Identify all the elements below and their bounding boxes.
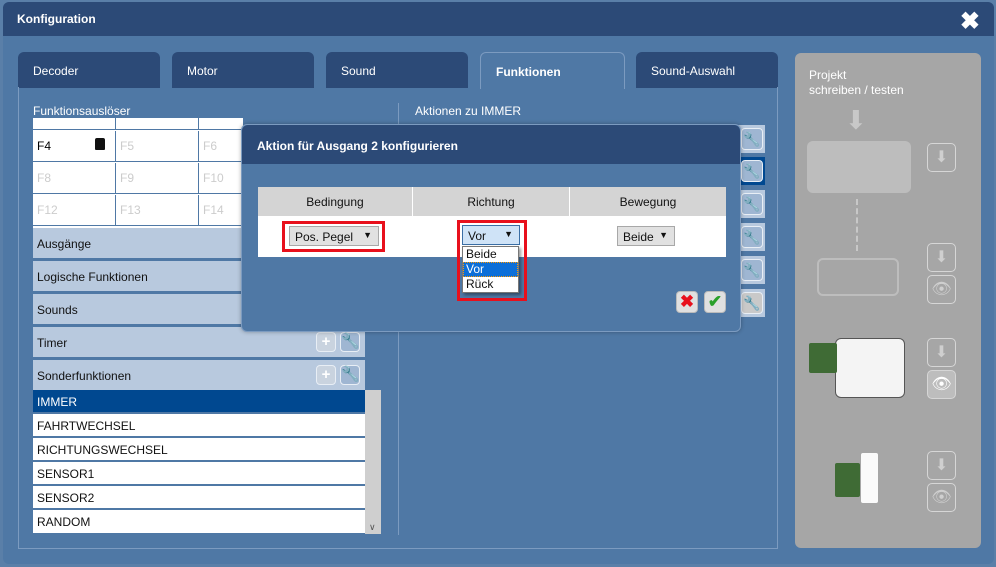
project-panel: Projekt schreiben / testen ⬇ ⬇ ⬇ 👁 ⬇ 👁 ⬇ … bbox=[795, 53, 981, 548]
option-beide[interactable]: Beide bbox=[463, 247, 518, 262]
grid-cell-f5[interactable]: F5 bbox=[116, 131, 199, 162]
triggers-title: Funktionsauslöser bbox=[33, 104, 131, 118]
download-icon[interactable]: ⬇ bbox=[927, 243, 956, 272]
grid-cell[interactable] bbox=[199, 118, 243, 130]
arrow-down-icon: ⬇ bbox=[845, 105, 867, 135]
caret-down-icon: ▼ bbox=[504, 229, 513, 239]
column-header-bedingung: Bedingung bbox=[258, 187, 413, 216]
add-icon[interactable]: + bbox=[316, 365, 336, 385]
grid-cell-f10[interactable]: F10 bbox=[199, 163, 243, 194]
grid-cell-f13[interactable]: F13 bbox=[116, 195, 199, 226]
list-item[interactable]: SENSOR2 bbox=[33, 486, 365, 509]
usb-stick-image bbox=[861, 453, 878, 503]
download-icon[interactable]: ⬇ bbox=[927, 451, 956, 480]
tab-decoder[interactable]: Decoder bbox=[18, 52, 160, 88]
download-icon[interactable]: ⬇ bbox=[927, 338, 956, 367]
cancel-button[interactable]: ✖ bbox=[676, 291, 698, 313]
caret-down-icon: ▼ bbox=[659, 230, 668, 240]
grid-cell-f4[interactable]: F4 bbox=[33, 131, 116, 162]
project-title: Projekt schreiben / testen bbox=[809, 68, 904, 97]
grid-cell[interactable] bbox=[116, 118, 199, 130]
caret-down-icon: ▼ bbox=[363, 230, 372, 240]
wrench-icon[interactable]: 🔧 bbox=[741, 193, 763, 215]
scrollbar[interactable]: ∨ bbox=[365, 390, 381, 534]
check-icon: ✔ bbox=[707, 292, 723, 311]
richtung-select[interactable]: Vor ▼ bbox=[462, 225, 520, 245]
column-header-richtung: Richtung bbox=[413, 187, 570, 216]
eye-icon[interactable]: 👁 bbox=[927, 483, 956, 512]
wrench-icon[interactable]: 🔧 bbox=[340, 365, 360, 385]
column-header-bewegung: Bewegung bbox=[570, 187, 726, 216]
tab-sound[interactable]: Sound bbox=[326, 52, 468, 88]
wrench-icon[interactable]: 🔧 bbox=[741, 160, 763, 182]
tab-motor[interactable]: Motor bbox=[172, 52, 314, 88]
close-icon[interactable]: ✖ bbox=[960, 7, 980, 36]
window-title: Konfiguration bbox=[17, 12, 96, 26]
tab-funktionen[interactable]: Funktionen bbox=[480, 52, 625, 89]
tab-sound-auswahl[interactable]: Sound-Auswahl bbox=[636, 52, 778, 88]
title-bar: Konfiguration bbox=[3, 2, 994, 36]
central-station-image bbox=[807, 141, 911, 193]
grid-cell-f8[interactable]: F8 bbox=[33, 163, 116, 194]
grid-cell-f6[interactable]: F6 bbox=[199, 131, 243, 162]
download-icon[interactable]: ⬇ bbox=[927, 143, 956, 172]
add-icon[interactable]: + bbox=[316, 332, 336, 352]
connector-line bbox=[856, 199, 858, 251]
bedingung-select[interactable]: Pos. Pegel ▼ bbox=[289, 226, 379, 246]
bewegung-select[interactable]: Beide ▼ bbox=[617, 226, 675, 246]
ok-button[interactable]: ✔ bbox=[704, 291, 726, 313]
decoder-image bbox=[809, 343, 837, 373]
configure-output-dialog: Aktion für Ausgang 2 konfigurieren Bedin… bbox=[241, 124, 741, 332]
dialog-title: Aktion für Ausgang 2 konfigurieren bbox=[242, 125, 740, 164]
grid-cell[interactable] bbox=[33, 118, 116, 130]
list-item-immer[interactable]: IMMER bbox=[33, 390, 365, 413]
wrench-icon[interactable]: 🔧 bbox=[741, 226, 763, 248]
x-icon: ✖ bbox=[679, 292, 695, 311]
list-item[interactable]: SENSOR1 bbox=[33, 462, 365, 485]
list-item[interactable]: FAHRTWECHSEL bbox=[33, 414, 365, 437]
option-vor[interactable]: Vor bbox=[463, 262, 518, 277]
grid-cell-f12[interactable]: F12 bbox=[33, 195, 116, 226]
grid-cell-f9[interactable]: F9 bbox=[116, 163, 199, 194]
eye-icon[interactable]: 👁 bbox=[927, 370, 956, 399]
locomotive-icon bbox=[817, 258, 899, 296]
wrench-icon[interactable]: 🔧 bbox=[741, 128, 763, 150]
wrench-icon[interactable]: 🔧 bbox=[741, 259, 763, 281]
wrench-icon[interactable]: 🔧 bbox=[340, 332, 360, 352]
list-item[interactable]: RICHTUNGSWECHSEL bbox=[33, 438, 365, 461]
richtung-dropdown: Beide Vor Rück bbox=[462, 246, 519, 293]
grid-cell-f14[interactable]: F14 bbox=[199, 195, 243, 226]
list-item[interactable]: RANDOM bbox=[33, 510, 365, 534]
actions-title: Aktionen zu IMMER bbox=[415, 104, 522, 118]
decoder-image bbox=[835, 463, 860, 497]
configuration-window: Konfiguration ✖ Decoder Motor Sound Funk… bbox=[3, 2, 994, 564]
chevron-down-icon[interactable]: ∨ bbox=[369, 522, 376, 533]
function-grid: F4 F5 F6 F8 F9 F10 F12 F13 F14 bbox=[33, 118, 243, 228]
weight-icon bbox=[95, 138, 105, 150]
wrench-icon[interactable]: 🔧 bbox=[741, 292, 763, 314]
option-rueck[interactable]: Rück bbox=[463, 277, 518, 292]
programmer-image bbox=[835, 338, 905, 398]
eye-icon[interactable]: 👁 bbox=[927, 275, 956, 304]
